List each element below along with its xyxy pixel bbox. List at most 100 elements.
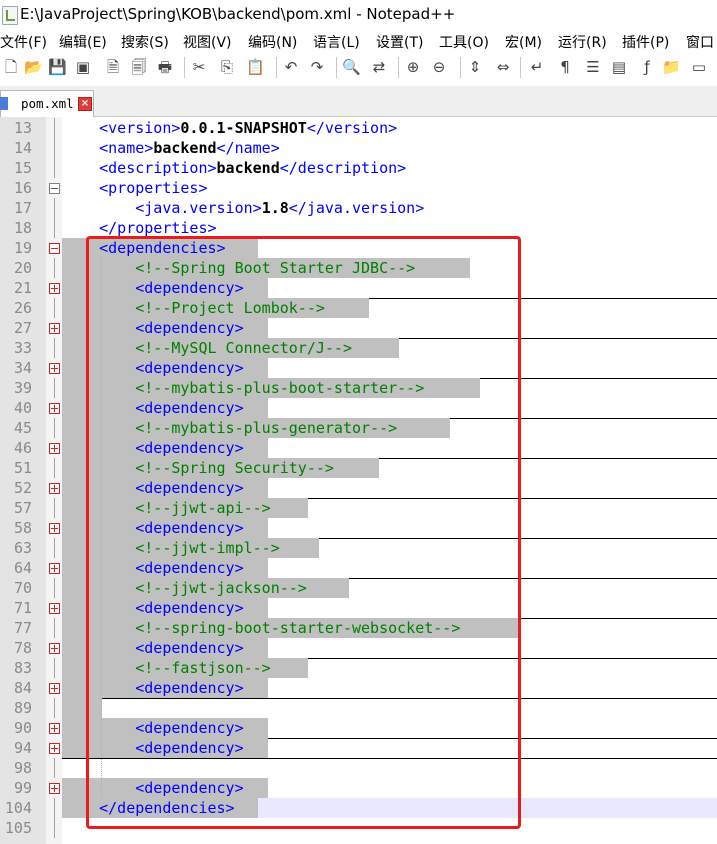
redo-icon[interactable]: ↷ — [308, 57, 326, 77]
code-line[interactable]: 16 <properties> — [0, 178, 717, 198]
fold-guide-line — [54, 298, 55, 318]
new-file-icon[interactable]: 🗋 — [2, 57, 20, 77]
fold-expand-icon[interactable] — [49, 443, 60, 454]
print-icon[interactable]: 🖶 — [156, 57, 174, 77]
menu-item-5[interactable]: 语言(L) — [313, 32, 360, 52]
fold-expand-icon[interactable] — [49, 643, 60, 654]
sync-h-icon[interactable]: ⇔ — [494, 57, 512, 77]
indent-guide-icon[interactable]: ☰ — [584, 57, 602, 77]
code-line[interactable]: 83 <!--fastjson--> — [0, 658, 717, 678]
code-line[interactable]: 45 <!--mybatis-plus-generator--> — [0, 418, 717, 438]
code-line[interactable]: 99 <dependency> — [0, 778, 717, 799]
code-line[interactable]: 89 — [0, 698, 717, 718]
code-line[interactable]: 27 <dependency> — [0, 318, 717, 339]
sync-v-icon[interactable]: ⇕ — [466, 57, 484, 77]
xml-tag: <name> — [99, 139, 154, 157]
code-line[interactable]: 21 <dependency> — [0, 278, 717, 299]
code-text: <dependency> — [63, 399, 243, 417]
code-line[interactable]: 98 — [0, 758, 717, 778]
menu-item-8[interactable]: 宏(M) — [505, 32, 542, 52]
code-line[interactable]: 105 — [0, 818, 717, 838]
monitor-icon[interactable]: ▭ — [690, 57, 708, 77]
code-line[interactable]: 39 <!--mybatis-plus-boot-starter--> — [0, 378, 717, 398]
code-line[interactable]: 63 <!--jjwt-impl--> — [0, 538, 717, 558]
code-line[interactable]: 70 <!--jjwt-jackson--> — [0, 578, 717, 598]
fold-expand-icon[interactable] — [49, 783, 60, 794]
menu-item-0[interactable]: 文件(F) — [0, 32, 47, 52]
code-line[interactable]: 77 <!--spring-boot-starter-websocket--> — [0, 618, 717, 638]
code-line[interactable]: 18 </properties> — [0, 218, 717, 238]
fold-expand-icon[interactable] — [49, 563, 60, 574]
tab-close-icon[interactable]: × — [78, 97, 92, 111]
cut-icon[interactable]: ✂ — [190, 57, 208, 77]
code-line[interactable]: 34 <dependency> — [0, 358, 717, 379]
fold-expand-icon[interactable] — [49, 403, 60, 414]
undo-icon[interactable]: ↶ — [282, 57, 300, 77]
code-line[interactable]: 26 <!--Project Lombok--> — [0, 298, 717, 318]
fold-expand-icon[interactable] — [49, 283, 60, 294]
code-line[interactable]: 51 <!--Spring Security--> — [0, 458, 717, 478]
menu-item-9[interactable]: 运行(R) — [558, 32, 607, 52]
code-line[interactable]: 104 </dependencies> — [0, 798, 717, 818]
save-all-icon[interactable]: ▣ — [74, 57, 92, 77]
code-line[interactable]: 20 <!--Spring Boot Starter JDBC--> — [0, 258, 717, 278]
fold-expand-icon[interactable] — [49, 683, 60, 694]
zoom-in-icon[interactable]: ⊕ — [404, 57, 422, 77]
editor[interactable]: 13 <version>0.0.1-SNAPSHOT</version> 14 <… — [0, 117, 717, 844]
fold-expand-icon[interactable] — [49, 523, 60, 534]
replace-icon[interactable]: ⇄ — [370, 57, 388, 77]
xml-tag: <dependency> — [135, 519, 244, 537]
code-line[interactable]: 57 <!--jjwt-api--> — [0, 498, 717, 518]
code-line[interactable]: 78 <dependency> — [0, 638, 717, 659]
code-line[interactable]: 13 <version>0.0.1-SNAPSHOT</version> — [0, 118, 717, 138]
close-all-icon[interactable]: 🗐 — [130, 57, 148, 77]
menu-item-11[interactable]: 窗口 — [686, 32, 714, 52]
menu-item-1[interactable]: 编辑(E) — [59, 32, 107, 52]
fold-expand-icon[interactable] — [49, 483, 60, 494]
menu-item-7[interactable]: 工具(O) — [439, 32, 489, 52]
paste-icon[interactable]: 📋 — [246, 57, 265, 77]
code-line[interactable]: 84 <dependency> — [0, 678, 717, 699]
fold-collapse-icon[interactable] — [49, 243, 60, 254]
save-icon[interactable]: 💾 — [48, 57, 67, 77]
function-list-icon[interactable]: ƒ — [638, 57, 656, 77]
menu-item-2[interactable]: 搜索(S) — [121, 32, 169, 52]
code-line[interactable]: 40 <dependency> — [0, 398, 717, 419]
zoom-out-icon[interactable]: ⊖ — [430, 57, 448, 77]
code-line[interactable]: 33 <!--MySQL Connector/J--> — [0, 338, 717, 358]
code-line[interactable]: 19 <dependencies> — [0, 238, 717, 258]
tab-pom-xml[interactable]: pom.xml × — [0, 90, 94, 117]
code-line[interactable]: 94 <dependency> — [0, 738, 717, 759]
open-file-icon[interactable]: 📂 — [24, 57, 43, 77]
copy-icon[interactable]: ⎘ — [218, 57, 236, 77]
code-line[interactable]: 64 <dependency> — [0, 558, 717, 579]
folder-workspace-icon[interactable]: 📁 — [662, 57, 681, 77]
menu-item-4[interactable]: 编码(N) — [248, 32, 297, 52]
menu-item-6[interactable]: 设置(T) — [376, 32, 423, 52]
doc-map-icon[interactable]: ▤ — [610, 57, 628, 77]
code-line[interactable]: 71 <dependency> — [0, 598, 717, 619]
code-line[interactable]: 14 <name>backend</name> — [0, 138, 717, 158]
find-icon[interactable]: 🔍 — [342, 57, 361, 77]
fold-expand-icon[interactable] — [49, 363, 60, 374]
code-line[interactable]: 52 <dependency> — [0, 478, 717, 499]
fold-expand-icon[interactable] — [49, 743, 60, 754]
fold-expand-icon[interactable] — [49, 323, 60, 334]
menu-item-3[interactable]: 视图(V) — [183, 32, 232, 52]
code-line[interactable]: 15 <description>backend</description> — [0, 158, 717, 178]
fold-expand-icon[interactable] — [49, 723, 60, 734]
code-line[interactable]: 46 <dependency> — [0, 438, 717, 459]
fold-guide-line — [54, 618, 55, 638]
close-icon[interactable]: 🗎 — [104, 57, 122, 77]
code-line[interactable]: 17 <java.version>1.8</java.version> — [0, 198, 717, 218]
show-all-chars-icon[interactable]: ¶ — [556, 57, 574, 77]
fold-collapse-icon[interactable] — [49, 183, 60, 194]
wrap-icon[interactable]: ↵ — [528, 57, 546, 77]
code-line[interactable]: 90 <dependency> — [0, 718, 717, 739]
fold-expand-icon[interactable] — [49, 603, 60, 614]
code-line[interactable]: 58 <dependency> — [0, 518, 717, 539]
menu-item-10[interactable]: 插件(P) — [622, 32, 669, 52]
indent-guide — [101, 258, 102, 798]
